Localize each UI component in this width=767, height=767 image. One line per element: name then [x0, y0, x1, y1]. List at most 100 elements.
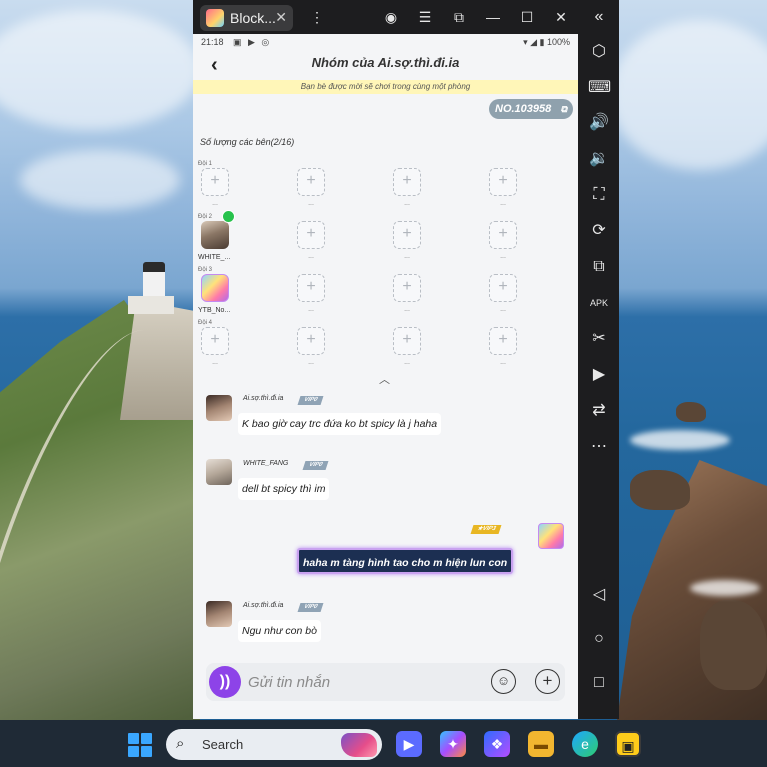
slot-dots: ... — [500, 253, 506, 260]
settings-hex-icon[interactable]: ⬡ — [588, 41, 610, 63]
message-input[interactable] — [248, 671, 438, 693]
team-label: Đội 2 — [198, 214, 213, 220]
copilot-icon[interactable]: ✦ — [440, 731, 466, 757]
volume-up-icon[interactable]: 🔊 — [588, 112, 610, 134]
emulator-titlebar: Block... ✕ ⋮ ◉ ☰ ⧉ — ☐ ✕ — [193, 0, 619, 34]
vip-badge: VIP0 — [297, 603, 324, 612]
team-label: Đội 4 — [198, 320, 213, 326]
message-input-bar: )) ☺ + — [206, 663, 565, 701]
close-icon[interactable]: ✕ — [552, 8, 570, 26]
message-bubble: dell bt spicy thì im — [238, 478, 330, 500]
minimize-icon[interactable]: — — [484, 8, 502, 26]
empty-slot[interactable]: + — [201, 168, 229, 196]
keyboard-mapping-icon[interactable]: ⌨ — [588, 77, 611, 99]
battery-level: 100% — [546, 37, 570, 47]
empty-slot[interactable]: + — [393, 274, 421, 302]
chat-badge-icon — [222, 210, 235, 223]
empty-slot[interactable]: + — [489, 327, 517, 355]
empty-slot[interactable]: + — [201, 327, 229, 355]
empty-slot[interactable]: + — [297, 327, 325, 355]
empty-slot[interactable]: + — [489, 168, 517, 196]
slot-dots: ... — [404, 306, 410, 313]
empty-slot[interactable]: + — [393, 221, 421, 249]
rotate-icon[interactable]: ⟳ — [588, 220, 610, 242]
search-highlight-art — [341, 733, 377, 757]
popout-icon[interactable]: ⧉ — [450, 8, 468, 26]
multi-instance-icon[interactable]: ⧉ — [588, 256, 610, 278]
windows-start-icon[interactable] — [128, 733, 152, 757]
empty-slot[interactable]: + — [393, 327, 421, 355]
message-bubble: Ngu như con bò — [238, 620, 321, 642]
status-right: ▾ ◢ ▮ 100% — [523, 37, 570, 47]
slot-dots: ... — [500, 200, 506, 207]
emoji-button[interactable]: ☺ — [491, 669, 516, 694]
empty-slot[interactable]: + — [489, 221, 517, 249]
status-time: 21:18 — [201, 37, 224, 47]
tab-close-icon[interactable]: ✕ — [275, 9, 287, 26]
message-sender: Ai.sợ.thì.đi.ia — [243, 395, 284, 402]
search-icon: ⌕ — [176, 735, 185, 752]
empty-slot[interactable]: + — [489, 274, 517, 302]
windows-taskbar — [0, 720, 767, 767]
slot-dots: ... — [212, 200, 218, 207]
taskbar-search[interactable]: ⌕ Search — [166, 729, 382, 760]
add-attachment-button[interactable]: + — [535, 669, 560, 694]
empty-slot[interactable]: + — [297, 168, 325, 196]
invite-banner: Bạn bè được mời sẽ chơi trong cùng một p… — [193, 80, 578, 94]
room-code-badge[interactable]: NO.103958 ⧉ — [489, 99, 573, 119]
avatar[interactable] — [201, 221, 229, 249]
page-title: Nhóm của Ai.sợ.thì.đi.ia — [311, 55, 460, 70]
file-explorer-icon[interactable]: ▬ — [528, 731, 554, 757]
menu-icon[interactable]: ☰ — [416, 8, 434, 26]
tab-title: Block... — [230, 10, 276, 26]
account-icon[interactable]: ◉ — [382, 8, 400, 26]
android-home-icon[interactable]: ○ — [588, 628, 610, 650]
avatar[interactable] — [201, 274, 229, 302]
android-recents-icon[interactable]: □ — [588, 672, 610, 694]
blockman-app-icon — [206, 9, 224, 27]
copy-icon[interactable]: ⧉ — [561, 99, 567, 119]
volume-down-icon[interactable]: 🔉 — [588, 148, 610, 170]
status-bar: 21:18 ▣ ▶ ◎ ▾ ◢ ▮ 100% — [193, 34, 578, 50]
slot-dots: ... — [404, 253, 410, 260]
more-icon[interactable]: ⋯ — [588, 436, 610, 458]
scissors-icon[interactable]: ✂ — [588, 328, 610, 350]
collapse-icon[interactable]: « — [588, 6, 610, 28]
android-back-icon[interactable]: ◁ — [588, 584, 610, 606]
slot-dots: ... — [404, 359, 410, 366]
apk-icon[interactable]: APK — [588, 292, 610, 314]
self-message-bubble: haha m tàng hình tao cho m hiện lun con — [297, 548, 514, 574]
slot-dots: ... — [500, 306, 506, 313]
kebab-menu-icon[interactable]: ⋮ — [308, 8, 326, 26]
copilot-pro-icon[interactable]: ❖ — [484, 731, 510, 757]
blockman-emulator-icon[interactable]: ▣ — [615, 731, 641, 757]
record-icon[interactable]: ▶ — [588, 364, 610, 386]
vip-badge: ★VIP3 — [470, 525, 502, 534]
search-label: Search — [202, 737, 244, 752]
self-avatar[interactable] — [538, 523, 564, 549]
team-label: Đội 1 — [198, 161, 213, 167]
emulator-tab[interactable]: Block... ✕ — [200, 5, 293, 31]
meet-icon[interactable]: ▶ — [396, 731, 422, 757]
member-name: YTB_No... — [198, 307, 231, 314]
empty-slot[interactable]: + — [297, 221, 325, 249]
edge-icon[interactable]: e — [572, 731, 598, 757]
voice-button[interactable]: )) — [209, 666, 241, 698]
team-label: Đội 3 — [198, 267, 213, 273]
slot-dots: ... — [404, 200, 410, 207]
emulator-sidebar: « ⬡ ⌨ 🔊 🔉 ⛶ ⟳ ⧉ APK ✂ ▶ ⇄ ⋯ ◁ ○ □ — [580, 0, 619, 719]
maximize-icon[interactable]: ☐ — [518, 8, 536, 26]
sync-icon[interactable]: ⇄ — [588, 400, 610, 422]
slot-dots: ... — [308, 306, 314, 313]
collapse-chevron-icon[interactable]: ︿ — [379, 371, 390, 387]
message-sender: Ai.sợ.thì.đi.ia — [243, 602, 284, 609]
empty-slot[interactable]: + — [297, 274, 325, 302]
message-avatar[interactable] — [206, 395, 232, 421]
vip-badge: VIP0 — [297, 396, 324, 405]
screenshot-icon[interactable]: ⛶ — [588, 184, 610, 206]
message-avatar[interactable] — [206, 601, 232, 627]
header: ‹ Nhóm của Ai.sợ.thì.đi.ia — [193, 50, 578, 80]
empty-slot[interactable]: + — [393, 168, 421, 196]
slot-dots: ... — [308, 359, 314, 366]
message-avatar[interactable] — [206, 459, 232, 485]
